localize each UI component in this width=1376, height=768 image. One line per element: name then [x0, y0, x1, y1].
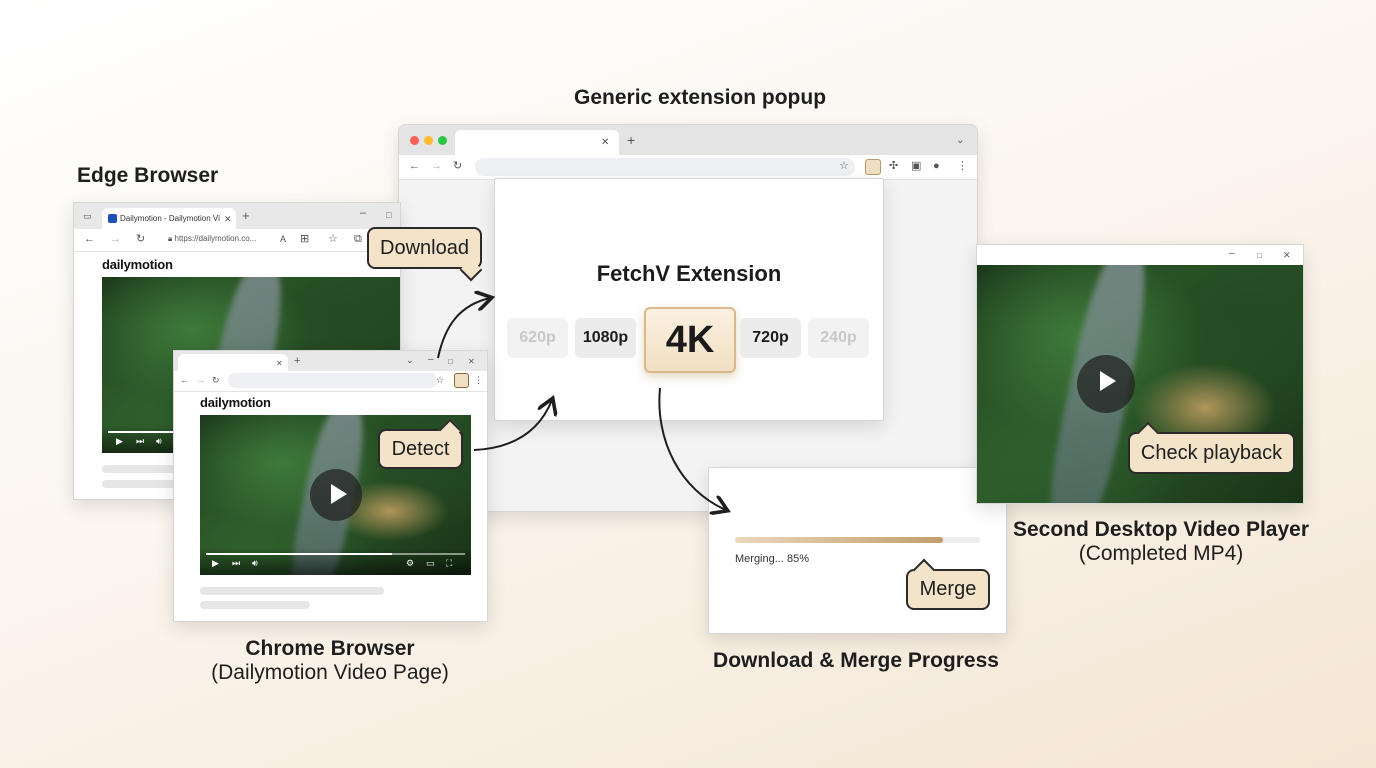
progress-caption: Download & Merge Progress	[706, 649, 1006, 673]
chrome-caption-subtitle: (Dailymotion Video Page)	[211, 661, 449, 684]
chrome-caption: Chrome Browser (Dailymotion Video Page)	[200, 637, 460, 685]
player-caption: Second Desktop Video Player (Completed M…	[1010, 518, 1312, 566]
player-caption-title: Second Desktop Video Player	[1012, 518, 1310, 541]
arrow-detect-to-popup	[473, 400, 552, 451]
arrow-to-download	[437, 298, 490, 359]
progress-caption-title: Download & Merge Progress	[713, 649, 999, 672]
player-caption-subtitle: (Completed MP4)	[1078, 542, 1244, 565]
chrome-caption-title: Chrome Browser	[245, 637, 415, 660]
arrow-popup-to-progress	[658, 387, 726, 510]
